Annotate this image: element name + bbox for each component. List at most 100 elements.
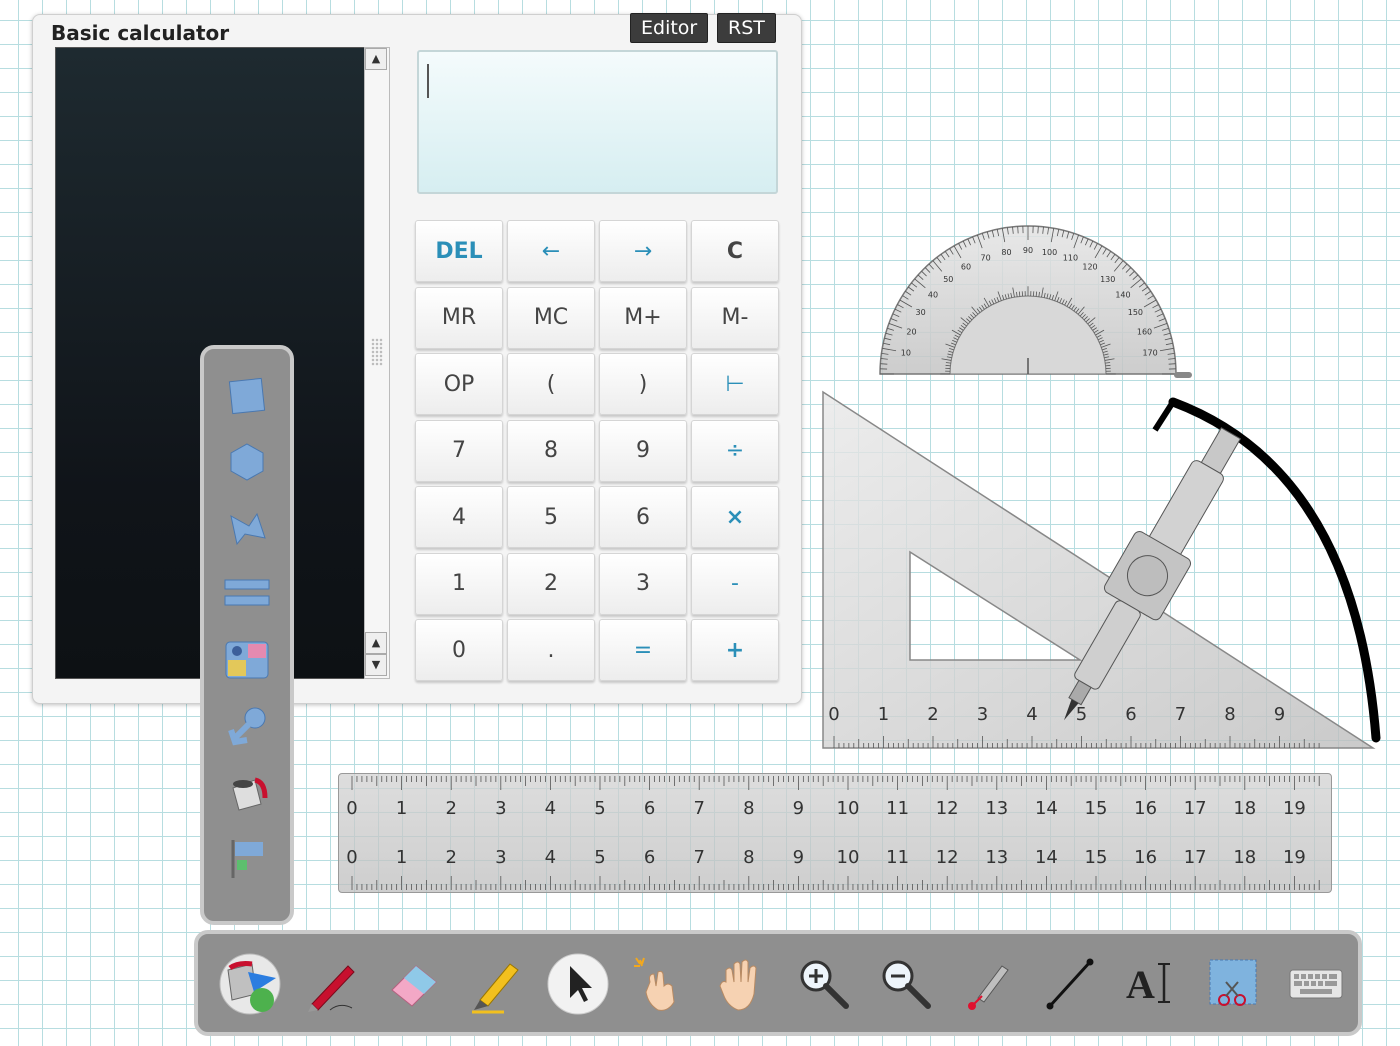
ruler-number: 13 [985, 798, 1009, 819]
key-11[interactable]: ⊢ [691, 353, 779, 415]
key-10[interactable]: ) [599, 353, 687, 415]
zoom-in-icon[interactable] [792, 952, 856, 1016]
scroll-up-button[interactable]: ▲ [365, 48, 387, 70]
key-0[interactable]: DEL [415, 220, 503, 282]
text-icon[interactable]: A [1120, 952, 1184, 1016]
key-28[interactable]: + [691, 619, 779, 681]
scroll-up-button-bottom[interactable]: ▲ [365, 632, 387, 654]
protractor-number: 170 [1142, 348, 1157, 357]
key-16[interactable]: 4 [415, 486, 503, 548]
hexagon-icon[interactable] [222, 437, 272, 487]
screen-capture-icon[interactable] [1202, 952, 1266, 1016]
ruler-number: 8 [743, 847, 755, 868]
protractor-number: 140 [1115, 290, 1130, 299]
protractor-number: 70 [980, 253, 990, 262]
ruler-number: 13 [985, 847, 1009, 868]
ruler-number: 5 [594, 798, 606, 819]
pattern-fill-icon[interactable] [222, 635, 272, 685]
ruler-number: 18 [1233, 847, 1257, 868]
keyboard-icon[interactable] [1284, 952, 1348, 1016]
key-23[interactable]: - [691, 552, 779, 615]
protractor-number: 110 [1063, 253, 1078, 262]
key-7[interactable]: M- [691, 286, 779, 349]
ruler-number: 0 [346, 798, 358, 819]
line-icon[interactable] [1038, 952, 1102, 1016]
ruler-number: 2 [445, 847, 457, 868]
protractor-number: 160 [1137, 328, 1152, 337]
key-14[interactable]: 9 [599, 419, 687, 482]
arrow-shape-icon[interactable] [222, 701, 272, 751]
ruler-number: 17 [1183, 798, 1207, 819]
ruler-number: 3 [495, 847, 507, 868]
scroll-thumb[interactable] [371, 338, 383, 366]
calculator-display[interactable] [417, 50, 778, 194]
pen-icon[interactable] [300, 952, 364, 1016]
ruler-number: 16 [1134, 847, 1158, 868]
ruler-number: 17 [1183, 847, 1207, 868]
ruler-number: 15 [1084, 798, 1108, 819]
key-3[interactable]: C [691, 220, 779, 282]
paint-bucket-icon[interactable] [222, 767, 272, 817]
rectangle-icon[interactable] [222, 371, 272, 421]
ruler-number: 5 [594, 847, 606, 868]
key-27[interactable]: = [599, 619, 687, 681]
set-square-number: 1 [877, 704, 890, 725]
select-icon[interactable] [546, 952, 610, 1016]
key-4[interactable]: MR [415, 286, 503, 349]
key-21[interactable]: 2 [507, 552, 595, 615]
calculator-title: Basic calculator [51, 21, 230, 45]
laser-pointer-icon[interactable] [956, 952, 1020, 1016]
key-9[interactable]: ( [507, 353, 595, 415]
history-scrollbar[interactable]: ▲ ▲ ▼ [364, 47, 390, 679]
key-12[interactable]: 7 [415, 419, 503, 482]
ruler[interactable]: 0 1 2 3 4 5 6 7 8 9 10 11 12 13 14 15 16 17 18 19 012345678… [338, 773, 1332, 893]
shape-palette [200, 345, 294, 925]
ruler-number: 15 [1084, 847, 1108, 868]
pan-hand-icon[interactable] [710, 952, 774, 1016]
key-26[interactable]: . [507, 619, 595, 681]
scroll-down-button[interactable]: ▼ [365, 654, 387, 676]
key-19[interactable]: × [691, 486, 779, 548]
rst-button[interactable]: RST [717, 13, 776, 43]
key-18[interactable]: 6 [599, 486, 687, 548]
key-15[interactable]: ÷ [691, 419, 779, 482]
protractor-number: 90 [1023, 246, 1033, 255]
ruler-number: 1 [395, 798, 408, 819]
ruler-number: 0 [346, 847, 358, 868]
key-5[interactable]: MC [507, 286, 595, 349]
magic-pointer-icon[interactable] [628, 952, 692, 1016]
key-8[interactable]: OP [415, 353, 503, 415]
ruler-number: 19 [1282, 847, 1306, 868]
protractor[interactable]: 10 20 3040 50 60 70 80 90 100 110 120130140 150 160 1… [870, 222, 1200, 387]
ruler-number: 11 [886, 847, 910, 868]
ruler-number: 11 [886, 798, 910, 819]
key-1[interactable]: ← [507, 220, 595, 282]
polygon-icon[interactable] [222, 503, 272, 553]
highlighter-icon[interactable] [464, 952, 528, 1016]
flag-icon[interactable] [222, 833, 272, 883]
set-square-number: 3 [976, 704, 989, 725]
lines-icon[interactable] [222, 569, 272, 619]
svg-text:A: A [1126, 962, 1155, 1007]
colors-icon[interactable] [218, 952, 282, 1016]
eraser-icon[interactable] [382, 952, 446, 1016]
editor-button[interactable]: Editor [630, 13, 709, 43]
key-6[interactable]: M+ [599, 286, 687, 349]
ruler-number: 2 [445, 798, 457, 819]
key-20[interactable]: 1 [415, 552, 503, 615]
key-17[interactable]: 5 [507, 486, 595, 548]
key-22[interactable]: 3 [599, 552, 687, 615]
set-square-number: 0 [828, 704, 840, 725]
ruler-number: 19 [1282, 798, 1306, 819]
ruler-number: 3 [495, 798, 507, 819]
key-2[interactable]: → [599, 220, 687, 282]
protractor-number: 40 [928, 290, 938, 299]
calculator-window: Basic calculator Editor RST ▲ ▲ ▼ DEL ← → C… [32, 13, 802, 704]
set-square-number: 2 [927, 704, 939, 725]
protractor-number: 50 [943, 275, 953, 284]
key-13[interactable]: 8 [507, 419, 595, 482]
zoom-out-icon[interactable] [874, 952, 938, 1016]
ruler-number: 4 [544, 847, 557, 868]
key-24[interactable]: 0 [415, 619, 503, 681]
compass[interactable] [995, 390, 1395, 750]
